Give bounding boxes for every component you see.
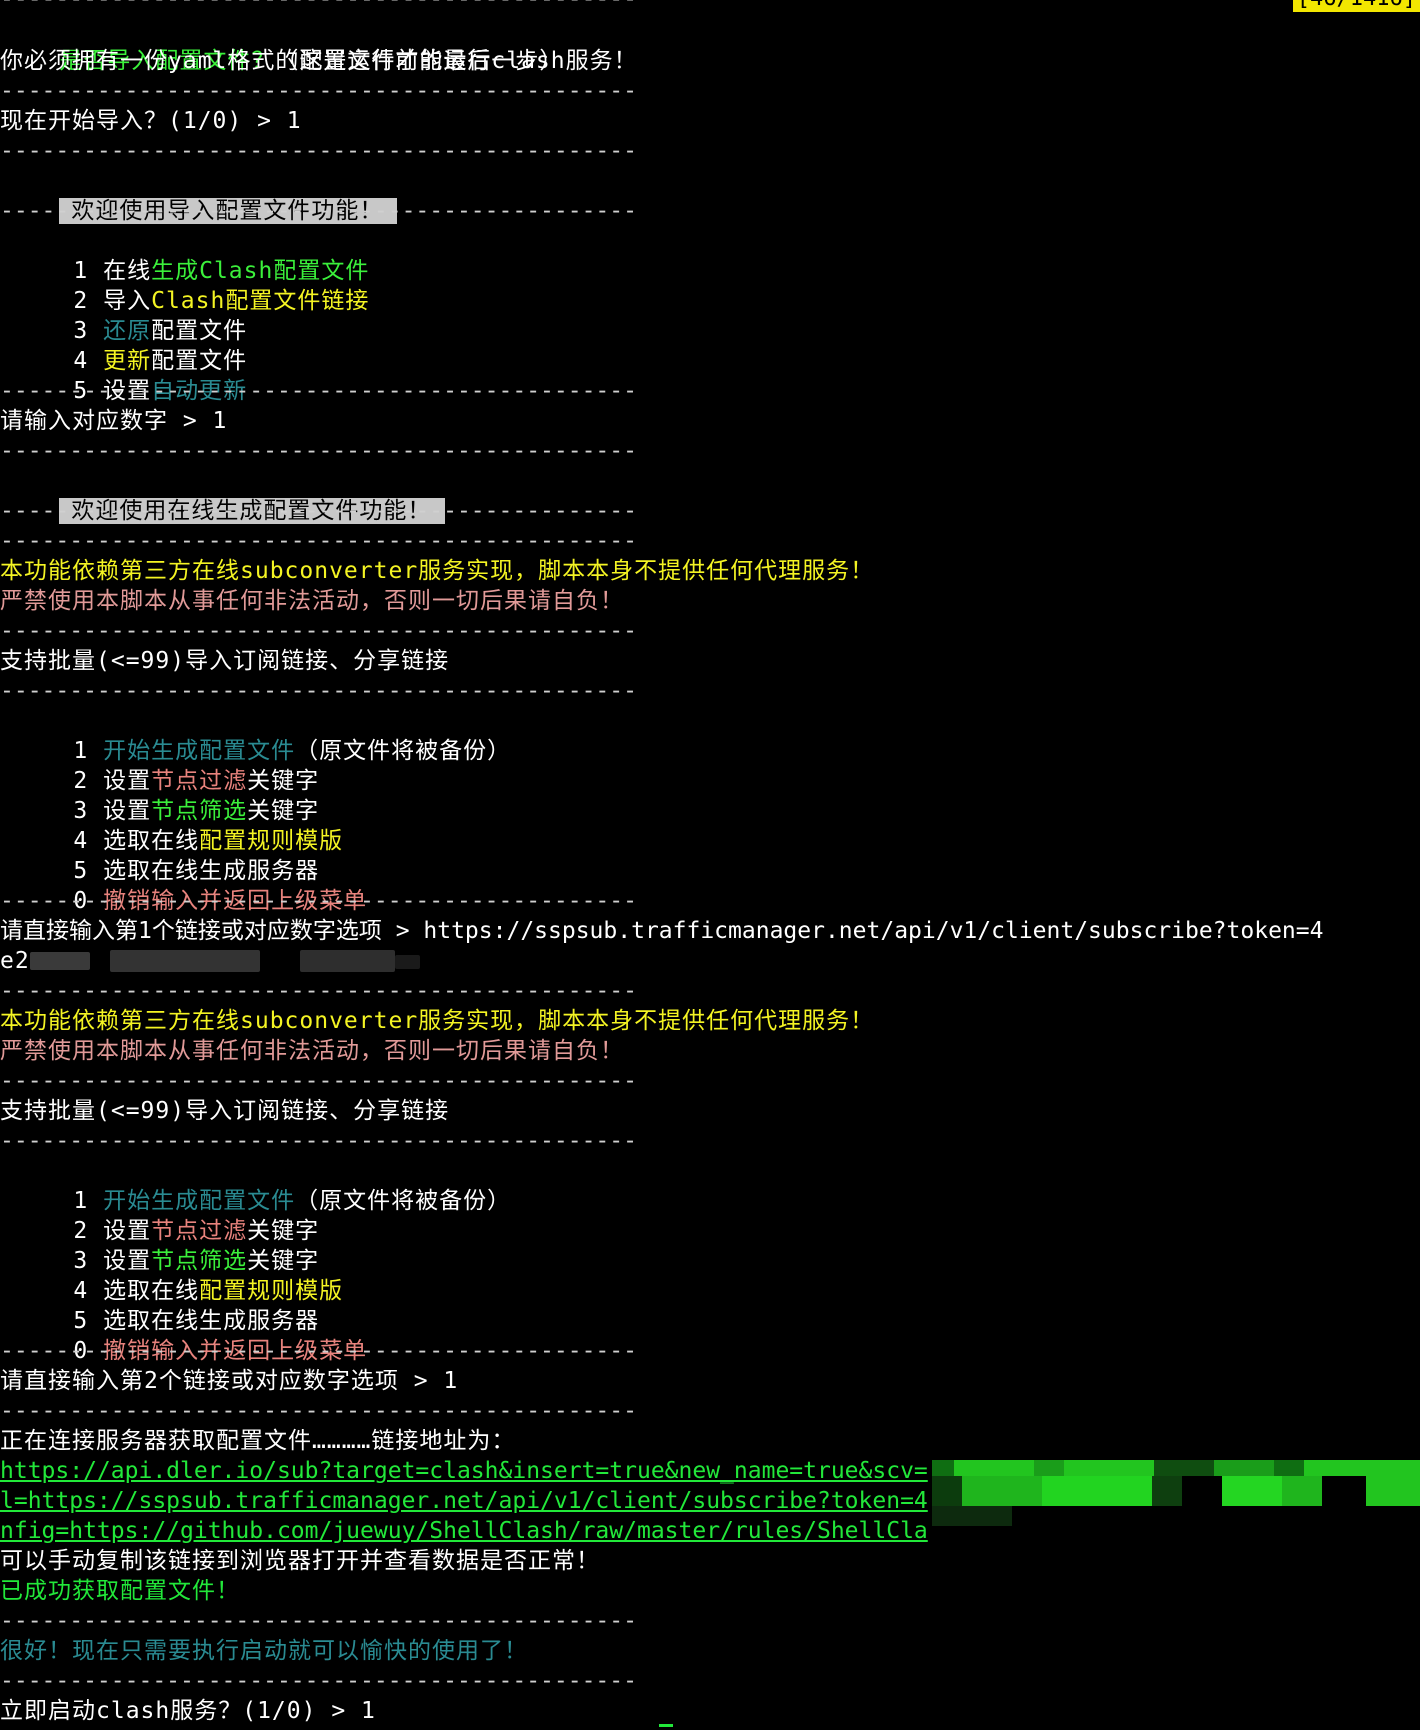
redaction-pixelation — [932, 1460, 1420, 1526]
warning-line: 严禁使用本脚本从事任何非法活动，否则一切后果请自负！ — [0, 1038, 624, 1064]
online-menu-item-3[interactable]: 3 设置节点筛选关键字 — [0, 1216, 319, 1274]
copy-hint: 可以手动复制该链接到浏览器打开并查看数据是否正常！ — [0, 1548, 600, 1574]
online-menu-item-2[interactable]: 2 设置节点过滤关键字 — [0, 1186, 319, 1244]
intro-requirement: 你必须拥有一份yaml格式的配置文件才能运行clash服务！ — [0, 48, 638, 74]
import-menu-prompt: 请输入对应数字 > 1 — [0, 408, 228, 434]
separator: ----------------------------------------… — [0, 1068, 637, 1094]
config-url-line-3[interactable]: nfig=https://github.com/juewuy/ShellClas… — [0, 1516, 928, 1546]
warning-line: 严禁使用本脚本从事任何非法活动，否则一切后果请自负！ — [0, 588, 624, 614]
separator: ----------------------------------------… — [0, 1398, 637, 1424]
import-menu-item-4[interactable]: 4 更新配置文件 — [0, 316, 247, 374]
separator: ----------------------------------------… — [0, 138, 637, 164]
config-url-line-2[interactable]: l=https://sspsub.trafficmanager.net/api/… — [0, 1486, 928, 1516]
online-menu-item-0[interactable]: 0 撤销输入并返回上级菜单 — [0, 856, 367, 914]
separator: ----------------------------------------… — [0, 378, 637, 404]
online-menu-item-1[interactable]: 1 开始生成配置文件（原文件将被备份） — [0, 1156, 511, 1214]
separator: ----------------------------------------… — [0, 78, 637, 104]
separator: ----------------------------------------… — [0, 618, 637, 644]
separator: ----------------------------------------… — [0, 978, 637, 1004]
import-menu-item-5[interactable]: 5 设置自动更新 — [0, 346, 247, 404]
separator: ----------------------------------------… — [0, 498, 637, 524]
separator: ----------------------------------------… — [0, 1338, 637, 1364]
redaction-blur — [395, 955, 420, 969]
link-prompt-2[interactable]: 请直接输入第2个链接或对应数字选项 > 1 — [0, 1366, 458, 1396]
terminal-window[interactable]: [46/1416] ------------------------------… — [0, 0, 1420, 1730]
separator: ----------------------------------------… — [0, 198, 637, 224]
online-menu-item-5[interactable]: 5 选取在线生成服务器 — [0, 826, 319, 884]
separator: ----------------------------------------… — [0, 678, 637, 704]
redaction-blur — [300, 950, 395, 972]
online-banner-line: 欢迎使用在线生成配置文件功能！ — [0, 466, 446, 524]
online-menu-item-4[interactable]: 4 选取在线配置规则模版 — [0, 1246, 343, 1304]
success-line: 已成功获取配置文件！ — [0, 1578, 240, 1604]
notice-line: 本功能依赖第三方在线subconverter服务实现，脚本本身不提供任何代理服务… — [0, 1008, 875, 1034]
online-menu-item-5[interactable]: 5 选取在线生成服务器 — [0, 1276, 319, 1334]
link-prompt-1[interactable]: 请直接输入第1个链接或对应数字选项 > https://sspsub.traff… — [0, 916, 1323, 946]
link-prompt-1-cont: e2 — [0, 948, 30, 974]
online-menu-item-1[interactable]: 1 开始生成配置文件（原文件将被备份） — [0, 706, 511, 764]
separator: ----------------------------------------… — [0, 1608, 637, 1634]
import-prompt: 现在开始导入？(1/0) > 1 — [0, 108, 302, 134]
separator: ----------------------------------------… — [0, 888, 637, 914]
import-banner-line: 欢迎使用导入配置文件功能！ — [0, 166, 398, 224]
redaction-blur — [110, 950, 260, 972]
batch-note: 支持批量(<=99)导入订阅链接、分享链接 — [0, 648, 450, 674]
import-menu-item-1[interactable]: 1 在线生成Clash配置文件 — [0, 226, 369, 284]
online-menu-item-2[interactable]: 2 设置节点过滤关键字 — [0, 736, 319, 794]
notice-line: 本功能依赖第三方在线subconverter服务实现，脚本本身不提供任何代理服务… — [0, 558, 875, 584]
connecting-line: 正在连接服务器获取配置文件…………链接地址为： — [0, 1428, 516, 1454]
online-menu-item-3[interactable]: 3 设置节点筛选关键字 — [0, 766, 319, 824]
scroll-counter: [46/1416] — [1292, 0, 1420, 12]
intro-question-line: 是否导入配置文件？（这是运行前的最后一步） — [0, 16, 563, 74]
separator: ----------------------------------------… — [0, 1668, 637, 1694]
redaction-blur — [30, 952, 90, 970]
online-menu-item-4[interactable]: 4 选取在线配置规则模版 — [0, 796, 343, 854]
separator: ----------------------------------------… — [0, 1128, 637, 1154]
config-url-line-1[interactable]: https://api.dler.io/sub?target=clash&ins… — [0, 1456, 928, 1486]
import-menu-item-3[interactable]: 3 还原配置文件 — [0, 286, 247, 344]
start-prompt[interactable]: 立即启动clash服务？(1/0) > 1 — [0, 1696, 376, 1726]
batch-note: 支持批量(<=99)导入订阅链接、分享链接 — [0, 1098, 450, 1124]
separator: ----------------------------------------… — [0, 438, 637, 464]
good-line: 很好！现在只需要执行启动就可以愉快的使用了！ — [0, 1638, 528, 1664]
online-menu-item-0[interactable]: 0 撤销输入并返回上级菜单 — [0, 1306, 367, 1364]
import-menu-item-2[interactable]: 2 导入Clash配置文件链接 — [0, 256, 369, 314]
separator: ----------------------------------------… — [0, 528, 637, 554]
separator: ----------------------------------------… — [0, 0, 637, 14]
terminal-cursor — [659, 1724, 673, 1727]
